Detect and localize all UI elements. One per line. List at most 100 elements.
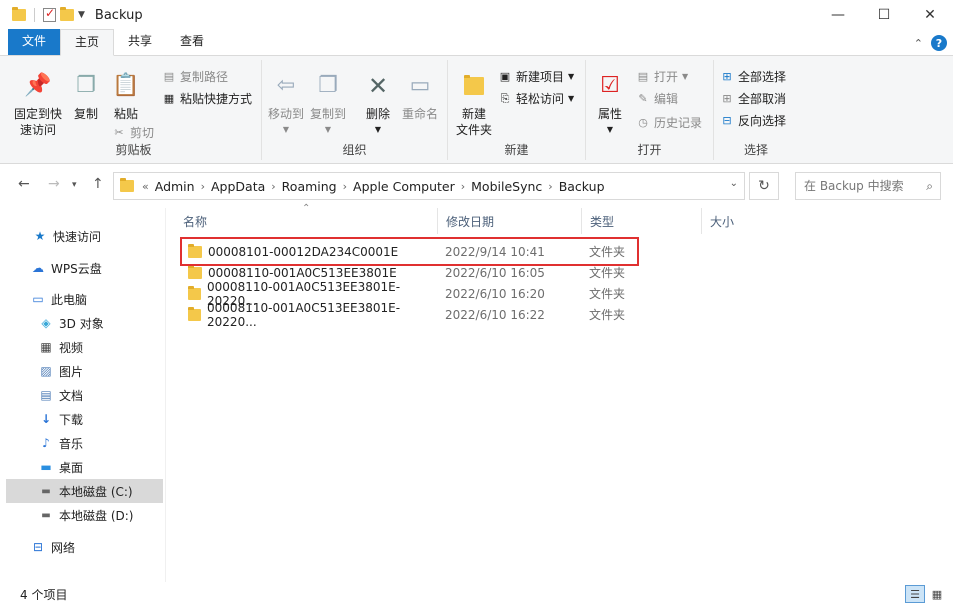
- nav-item-label: 桌面: [59, 460, 84, 475]
- folder-icon: [120, 178, 134, 192]
- nav-item-quick-access[interactable]: ★ 快速访问: [0, 224, 163, 248]
- nav-item-label: 文档: [59, 388, 84, 403]
- nav-item-wps-cloud[interactable]: ☁ WPS云盘: [0, 256, 163, 280]
- paste-button[interactable]: 📋 粘贴: [108, 70, 144, 122]
- new-group: 新建 文件夹 ▣ 新建项目 ▼ ⎘ 轻松访问 ▼ 新建: [448, 60, 586, 160]
- tab-view[interactable]: 查看: [166, 29, 218, 55]
- nav-item-network[interactable]: ⊟ 网络: [0, 535, 163, 559]
- refresh-button[interactable]: ↻: [749, 172, 779, 200]
- customize-toolbar-icon[interactable]: ▼: [78, 10, 85, 20]
- copy-button[interactable]: ❐ 复制: [68, 70, 104, 122]
- tab-share[interactable]: 共享: [114, 29, 166, 55]
- delete-dropdown-icon: ▼: [374, 125, 382, 134]
- edit-button[interactable]: ✎ 编辑: [636, 90, 678, 107]
- tab-file[interactable]: 文件: [8, 29, 61, 55]
- recent-locations-icon[interactable]: ▾: [72, 180, 77, 190]
- quick-access-toolbar: ▼: [12, 6, 85, 22]
- nav-item-drive-d[interactable]: ▬ 本地磁盘 (D:): [0, 503, 163, 527]
- nav-item-label: 视频: [59, 340, 84, 355]
- chevron-right-icon[interactable]: ›: [343, 180, 347, 193]
- cut-button[interactable]: ✂ 剪切: [112, 124, 154, 141]
- nav-item-desktop[interactable]: ▬ 桌面: [0, 455, 163, 479]
- address-bar[interactable]: « Admin › AppData › Roaming › Apple Comp…: [113, 172, 745, 200]
- cube-icon: ◈: [41, 316, 51, 330]
- copy-path-button[interactable]: ▤ 复制路径: [162, 68, 228, 85]
- ribbon: 📌 固定到快 速访问 ❐ 复制 📋 粘贴 ▤ 复制路径 ▦ 粘贴快捷方式 ✂ 剪…: [0, 56, 953, 164]
- column-header-name[interactable]: 名称: [175, 208, 438, 234]
- column-header-date[interactable]: 修改日期: [438, 208, 582, 234]
- collapse-ribbon-icon[interactable]: ⌃: [914, 37, 923, 50]
- close-button[interactable]: ✕: [907, 0, 953, 30]
- search-input[interactable]: [804, 179, 922, 193]
- details-view-button[interactable]: ☰: [905, 585, 925, 603]
- chevron-right-icon[interactable]: ›: [271, 180, 275, 193]
- scissors-icon: ✂: [114, 126, 124, 139]
- invert-selection-label: 反向选择: [738, 114, 787, 128]
- breadcrumb-mobilesync[interactable]: MobileSync: [471, 179, 542, 194]
- large-icons-view-button[interactable]: ▦: [927, 585, 947, 603]
- easy-access-icon: ⎘: [500, 91, 510, 105]
- back-arrow-icon[interactable]: ←: [18, 176, 30, 192]
- delete-button[interactable]: ✕ 删除 ▼: [358, 70, 398, 138]
- chevron-down-icon[interactable]: ⌄: [730, 178, 738, 189]
- forward-arrow-icon[interactable]: →: [48, 176, 60, 192]
- rename-icon: ▭: [409, 73, 431, 98]
- nav-item-documents[interactable]: ▤ 文档: [0, 383, 163, 407]
- window-title: Backup: [94, 7, 143, 23]
- breadcrumb-roaming[interactable]: Roaming: [282, 179, 337, 194]
- paste-shortcut-button[interactable]: ▦ 粘贴快捷方式: [162, 90, 252, 107]
- new-item-button[interactable]: ▣ 新建项目 ▼: [498, 68, 574, 85]
- breadcrumb-backup[interactable]: Backup: [559, 179, 605, 194]
- search-icon[interactable]: ⌕: [926, 179, 933, 194]
- nav-item-music[interactable]: ♪ 音乐: [0, 431, 163, 455]
- new-folder-icon[interactable]: [60, 7, 74, 21]
- invert-selection-button[interactable]: ⊟ 反向选择: [720, 112, 786, 129]
- help-icon[interactable]: ?: [931, 35, 947, 51]
- breadcrumb-admin[interactable]: Admin: [155, 179, 195, 194]
- copy-path-label: 复制路径: [180, 70, 229, 84]
- history-button[interactable]: ◷ 历史记录: [636, 114, 702, 131]
- up-arrow-icon[interactable]: ↑: [92, 176, 104, 192]
- nav-item-label: 此电脑: [51, 292, 88, 307]
- item-count: 4 个项目: [20, 588, 68, 602]
- move-to-button[interactable]: ⇦ 移动到 ▼: [266, 70, 306, 138]
- minimize-button[interactable]: —: [815, 0, 861, 30]
- title-bar: ▼ Backup — ☐ ✕: [0, 0, 953, 30]
- nav-item-3d-objects[interactable]: ◈ 3D 对象: [0, 311, 163, 335]
- breadcrumb-overflow[interactable]: «: [142, 180, 149, 193]
- annotation-highlight-box: [180, 237, 639, 266]
- select-none-button[interactable]: ⊞ 全部取消: [720, 90, 786, 107]
- nav-item-videos[interactable]: ▦ 视频: [0, 335, 163, 359]
- rename-button[interactable]: ▭ 重命名: [398, 70, 442, 122]
- properties-button[interactable]: ☑ 属性 ▼: [590, 70, 630, 138]
- column-header-type[interactable]: 类型: [582, 208, 702, 234]
- nav-item-downloads[interactable]: ↓ 下载: [0, 407, 163, 431]
- pin-quick-access-button[interactable]: 📌 固定到快 速访问: [10, 70, 66, 138]
- properties-icon[interactable]: [43, 6, 56, 22]
- tab-home[interactable]: 主页: [60, 29, 115, 56]
- paste-icon: 📋: [112, 73, 140, 98]
- breadcrumb-appdata[interactable]: AppData: [211, 179, 265, 194]
- edit-label: 编辑: [654, 92, 679, 106]
- column-header-size[interactable]: 大小: [702, 208, 792, 234]
- easy-access-button[interactable]: ⎘ 轻松访问 ▼: [498, 90, 575, 107]
- new-item-dropdown-icon: ▼: [568, 72, 575, 81]
- pin-label: 固定到快 速访问: [13, 107, 62, 137]
- pane-divider[interactable]: [165, 208, 166, 582]
- chevron-right-icon[interactable]: ›: [201, 180, 205, 193]
- nav-item-pictures[interactable]: ▨ 图片: [0, 359, 163, 383]
- maximize-button[interactable]: ☐: [861, 0, 907, 30]
- delete-label: 删除: [365, 107, 390, 121]
- copy-to-button[interactable]: ❐ 复制到 ▼: [308, 70, 348, 138]
- nav-item-drive-c[interactable]: ▬ 本地磁盘 (C:): [6, 479, 163, 503]
- select-all-button[interactable]: ⊞ 全部选择: [720, 68, 786, 85]
- document-icon: ▤: [40, 388, 52, 402]
- new-folder-button[interactable]: 新建 文件夹: [452, 70, 496, 138]
- open-button[interactable]: ▤ 打开 ▼: [636, 68, 688, 85]
- chevron-right-icon[interactable]: ›: [548, 180, 552, 193]
- nav-item-this-pc[interactable]: ▭ 此电脑: [0, 287, 163, 311]
- chevron-right-icon[interactable]: ›: [461, 180, 465, 193]
- copy-label: 复制: [73, 107, 98, 121]
- folder-icon[interactable]: [12, 7, 26, 21]
- breadcrumb-apple-computer[interactable]: Apple Computer: [353, 179, 455, 194]
